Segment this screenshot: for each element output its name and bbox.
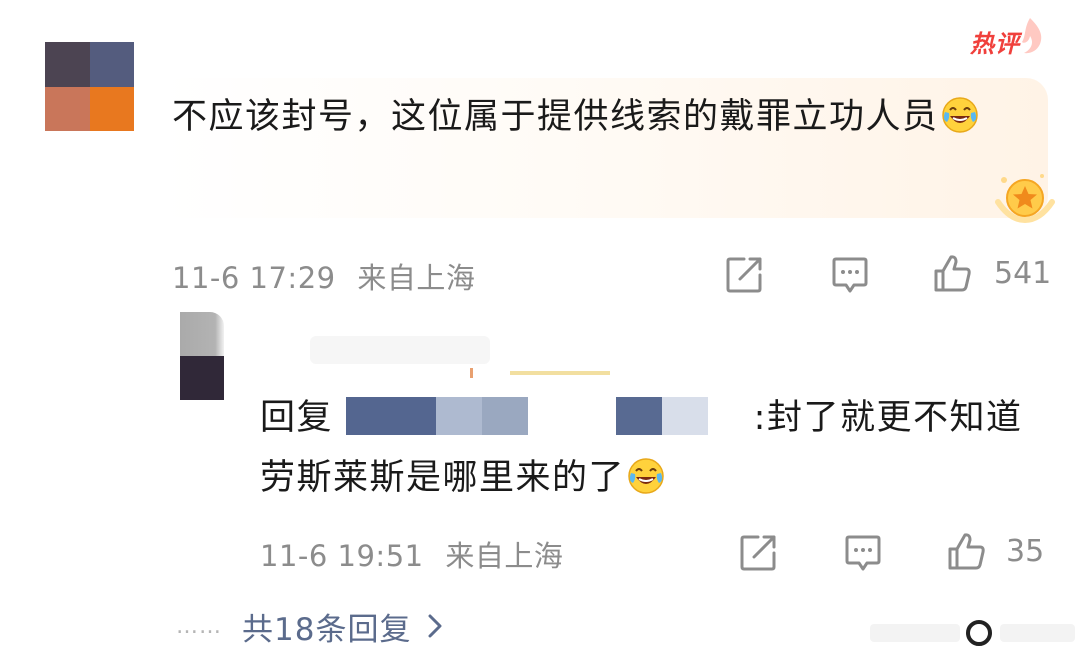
reply-avatar[interactable] <box>180 312 224 400</box>
mosaic-block <box>707 397 754 435</box>
comment-time: 11-6 17:29 <box>172 261 336 295</box>
reply-prefix: 回复 <box>260 398 334 438</box>
mosaic-block <box>661 397 708 435</box>
avatar-tile <box>90 42 134 87</box>
like-icon[interactable] <box>946 531 986 571</box>
like-icon[interactable] <box>932 253 972 293</box>
share-icon[interactable] <box>738 533 778 573</box>
comment-location: 来自上海 <box>357 261 476 295</box>
view-more-replies[interactable]: …… 共18条回复 <box>176 604 445 648</box>
reply-time: 11-6 19:51 <box>260 539 424 573</box>
chevron-right-icon <box>428 614 442 638</box>
avatar-tile <box>45 87 90 131</box>
blur-block <box>470 368 473 378</box>
reply-meta: 11-6 19:51 来自上海 <box>260 533 563 575</box>
blur-block <box>870 624 960 642</box>
mention-redacted[interactable] <box>345 397 754 438</box>
comment-text: 不应该封号，这位属于提供线索的戴罪立功人员 <box>172 97 939 137</box>
commenter-avatar[interactable] <box>45 42 134 131</box>
blur-block <box>966 620 992 646</box>
blurred-watermark <box>870 612 1080 652</box>
blur-block <box>510 371 610 375</box>
mosaic-block <box>435 397 482 435</box>
comment-body: 不应该封号，这位属于提供线索的戴罪立功人员 <box>172 88 1002 146</box>
reply-location: 来自上海 <box>445 539 564 573</box>
avatar-tile <box>90 87 134 131</box>
more-replies-link[interactable]: 共18条回复 <box>242 604 411 649</box>
reply-body: 回复 :封了就更不知道劳斯莱斯是哪里来的了 <box>260 388 1050 508</box>
more-dots: …… <box>176 613 222 639</box>
blur-block <box>310 336 490 364</box>
share-icon[interactable] <box>724 255 764 295</box>
hot-comment-badge: 热评 <box>968 16 1048 60</box>
avatar-tile <box>180 356 224 400</box>
comment-icon[interactable] <box>843 533 883 573</box>
star-medal-icon <box>995 174 1055 224</box>
mosaic-block <box>481 397 528 435</box>
like-count: 35 <box>1006 534 1045 569</box>
laugh-cry-emoji-icon <box>628 458 664 494</box>
mosaic-block <box>527 397 616 435</box>
like-count: 541 <box>994 256 1052 291</box>
mosaic-block <box>345 397 436 435</box>
avatar-tile <box>45 42 90 87</box>
mosaic-block <box>615 397 662 435</box>
reply-username-blurred <box>310 330 630 378</box>
hot-comment-label: 热评 <box>970 30 1020 58</box>
avatar-tile <box>180 312 224 356</box>
laugh-cry-emoji-icon <box>941 97 978 133</box>
comment-meta: 11-6 17:29 来自上海 <box>172 255 475 297</box>
blur-block <box>1000 624 1075 642</box>
comment-icon[interactable] <box>830 255 870 295</box>
